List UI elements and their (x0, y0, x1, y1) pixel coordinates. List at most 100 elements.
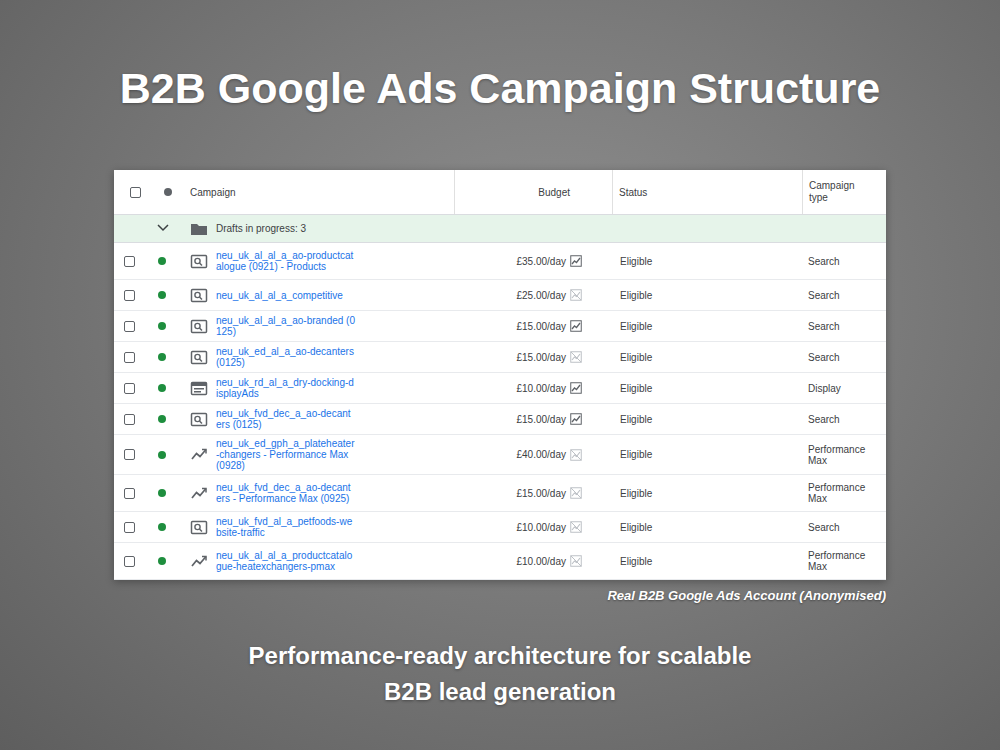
row-checkbox[interactable] (124, 256, 135, 267)
caption: Real B2B Google Ads Account (Anonymised) (114, 588, 886, 603)
status-dot (158, 523, 166, 531)
column-label[interactable]: Campaign (190, 187, 236, 198)
folder-icon (190, 222, 208, 236)
campaign-link[interactable]: neu_uk_ed_gph_a_plateheater-changers - P… (216, 438, 356, 471)
budget-value[interactable]: £15.00/day (517, 352, 567, 363)
budget-chart-icon (570, 351, 582, 363)
table-header: Campaign Budget Status Campaign type (114, 170, 886, 215)
search-campaign-icon (190, 287, 208, 304)
table-row[interactable]: neu_uk_al_al_a_ao-productcatalogue (0921… (114, 243, 886, 280)
campaign-link[interactable]: neu_uk_ed_al_a_ao-decanters (0125) (216, 346, 356, 368)
campaign-type: Search (808, 522, 840, 533)
budget-chart-icon (570, 413, 582, 425)
performance-max-icon (190, 446, 208, 463)
drafts-group-row[interactable]: Drafts in progress: 3 (114, 215, 886, 243)
campaign-link[interactable]: neu_uk_al_al_a_productcatalogue-heatexch… (216, 550, 356, 572)
table-row[interactable]: neu_uk_al_al_a_productcatalogue-heatexch… (114, 543, 886, 580)
row-checkbox[interactable] (124, 321, 135, 332)
budget-value[interactable]: £25.00/day (517, 290, 567, 301)
campaign-type: Search (808, 352, 840, 363)
status-dot (158, 451, 166, 459)
column-label[interactable]: Budget (538, 187, 570, 198)
status-text: Eligible (620, 321, 652, 332)
status-dot (158, 384, 166, 392)
campaign-link[interactable]: neu_uk_al_al_a_ao-productcatalogue (0921… (216, 250, 356, 272)
tagline: Performance-ready architecture for scala… (249, 641, 752, 707)
status-dot (158, 557, 166, 565)
campaign-type: Performance Max (808, 482, 872, 504)
campaign-type: Display (808, 383, 841, 394)
status-text: Eligible (620, 556, 652, 567)
campaign-type: Search (808, 290, 840, 301)
budget-chart-icon (570, 555, 582, 567)
campaign-type: Performance Max (808, 550, 872, 572)
budget-value[interactable]: £15.00/day (517, 488, 567, 499)
budget-value[interactable]: £35.00/day (517, 256, 567, 267)
status-dot (158, 489, 166, 497)
status-text: Eligible (620, 414, 652, 425)
performance-max-icon (190, 553, 208, 570)
table-row[interactable]: neu_uk_rd_al_a_dry-docking-displayAds £10… (114, 373, 886, 404)
status-text: Eligible (620, 290, 652, 301)
campaign-link[interactable]: neu_uk_fvd_dec_a_ao-decanters (0125) (216, 408, 356, 430)
campaign-link[interactable]: neu_uk_al_al_a_ao-branded (0125) (216, 315, 356, 337)
status-text: Eligible (620, 383, 652, 394)
table-row[interactable]: neu_uk_ed_gph_a_plateheater-changers - P… (114, 435, 886, 475)
campaign-link[interactable]: neu_uk_fvd_al_a_petfoods-website-traffic (216, 516, 356, 538)
budget-value[interactable]: £10.00/day (517, 383, 567, 394)
budget-value[interactable]: £10.00/day (517, 522, 567, 533)
column-header: Status (612, 170, 802, 214)
row-checkbox[interactable] (124, 414, 135, 425)
search-campaign-icon (190, 253, 208, 270)
campaign-link[interactable]: neu_uk_rd_al_a_dry-docking-displayAds (216, 377, 356, 399)
status-text: Eligible (620, 352, 652, 363)
row-checkbox[interactable] (124, 556, 135, 567)
column-label[interactable]: Status (619, 187, 647, 198)
budget-chart-icon (570, 487, 582, 499)
table-row[interactable]: neu_uk_fvd_al_a_petfoods-website-traffic… (114, 512, 886, 543)
row-checkbox[interactable] (124, 449, 135, 460)
campaign-type: Search (808, 414, 840, 425)
status-dot (158, 257, 166, 265)
row-checkbox[interactable] (124, 488, 135, 499)
status-dot (158, 322, 166, 330)
budget-chart-icon (570, 255, 582, 267)
status-text: Eligible (620, 488, 652, 499)
column-header (150, 184, 184, 200)
chevron-icon (156, 223, 170, 233)
status-text: Eligible (620, 522, 652, 533)
status-header-dot (164, 188, 172, 196)
column-label[interactable]: Campaign type (809, 180, 869, 204)
status-text: Eligible (620, 256, 652, 267)
budget-chart-icon (570, 320, 582, 332)
budget-value[interactable]: £15.00/day (517, 321, 567, 332)
campaign-link[interactable]: neu_uk_fvd_dec_a_ao-decanters - Performa… (216, 482, 356, 504)
row-checkbox[interactable] (124, 290, 135, 301)
budget-value[interactable]: £15.00/day (517, 414, 567, 425)
column-header: Campaign (184, 183, 454, 202)
campaign-type: Performance Max (808, 444, 872, 466)
select-all-checkbox[interactable] (130, 187, 141, 198)
status-dot (158, 415, 166, 423)
row-checkbox[interactable] (124, 383, 135, 394)
budget-value[interactable]: £40.00/day (517, 449, 567, 460)
tagline-line: Performance-ready architecture for scala… (249, 641, 752, 671)
budget-chart-icon (570, 289, 582, 301)
performance-max-icon (190, 485, 208, 502)
tagline-line: B2B lead generation (384, 677, 616, 707)
column-header[interactable] (114, 183, 150, 202)
column-header: Budget (454, 170, 612, 214)
status-text: Eligible (620, 449, 652, 460)
group-label: Drafts in progress: 3 (216, 223, 306, 234)
table-row[interactable]: neu_uk_fvd_dec_a_ao-decanters (0125) £15.… (114, 404, 886, 435)
campaign-type: Search (808, 321, 840, 332)
table-row[interactable]: neu_uk_al_al_a_ao-branded (0125) £15.00/d… (114, 311, 886, 342)
table-row[interactable]: neu_uk_ed_al_a_ao-decanters (0125) £15.00… (114, 342, 886, 373)
budget-value[interactable]: £10.00/day (517, 556, 567, 567)
campaign-link[interactable]: neu_uk_al_al_a_competitive (216, 290, 343, 301)
budget-chart-icon (570, 449, 582, 461)
row-checkbox[interactable] (124, 352, 135, 363)
table-row[interactable]: neu_uk_al_al_a_competitive £25.00/day Elig… (114, 280, 886, 311)
table-row[interactable]: neu_uk_fvd_dec_a_ao-decanters - Performa… (114, 475, 886, 512)
row-checkbox[interactable] (124, 522, 135, 533)
